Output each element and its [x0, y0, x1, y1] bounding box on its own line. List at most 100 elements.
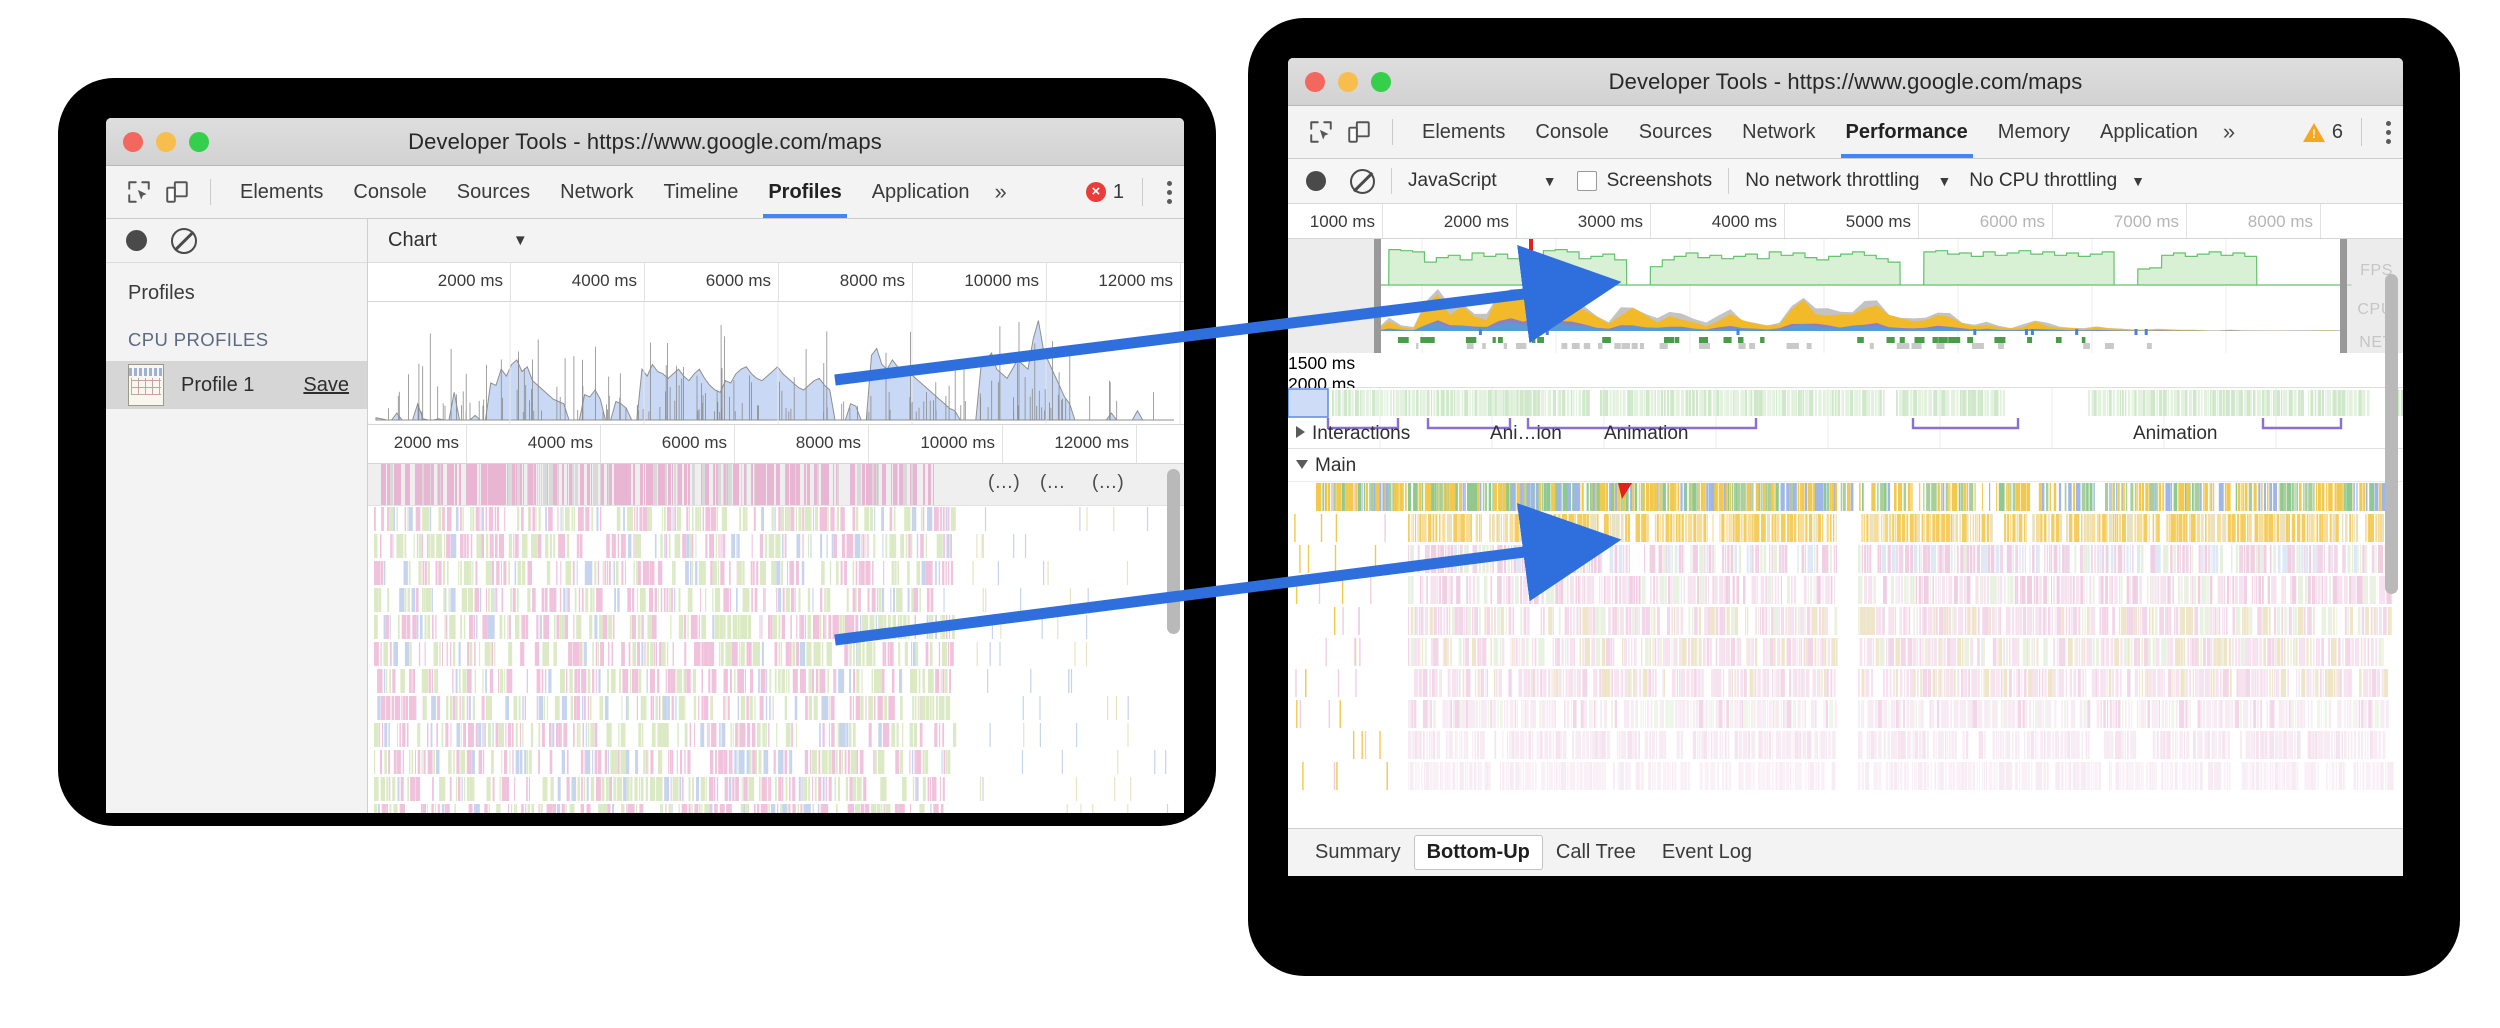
flame-block[interactable] [553, 804, 556, 813]
interaction-frame-block[interactable] [1796, 390, 1797, 416]
main-flame-block[interactable] [1819, 669, 1820, 697]
main-flame-block[interactable] [2193, 669, 2194, 697]
main-flame-block[interactable] [1828, 638, 1830, 666]
flame-block[interactable] [752, 534, 753, 558]
main-flame-block[interactable] [2116, 514, 2118, 542]
main-flame-block[interactable] [2379, 638, 2382, 666]
main-flame-block[interactable] [1904, 576, 1907, 604]
flame-block[interactable] [710, 561, 712, 585]
main-flame-block[interactable] [1433, 700, 1436, 728]
interaction-frame-block[interactable] [2143, 390, 2146, 416]
main-flame-block[interactable] [2166, 514, 2168, 542]
main-flame-block[interactable] [2220, 669, 2221, 697]
interaction-frame-block[interactable] [2092, 390, 2094, 416]
main-flame-block[interactable] [1585, 638, 1590, 666]
flame-block[interactable] [860, 750, 864, 774]
main-flame-block[interactable] [1668, 545, 1671, 573]
flame-block[interactable] [563, 588, 565, 612]
flame-block[interactable] [810, 534, 811, 558]
flame-block[interactable] [537, 696, 538, 720]
main-flame-block[interactable] [1926, 638, 1927, 666]
flame-block[interactable] [776, 561, 780, 585]
interaction-frame-block[interactable] [1815, 390, 1817, 416]
main-flame-block[interactable] [1917, 514, 1920, 542]
flame-block[interactable] [386, 615, 389, 639]
main-flame-block[interactable] [1790, 483, 1791, 511]
flame-block[interactable] [772, 507, 774, 531]
main-flame-block[interactable] [1942, 514, 1945, 542]
main-flame-block[interactable] [2348, 545, 2351, 573]
main-flame-block[interactable] [2217, 514, 2221, 542]
main-flame-block[interactable] [2309, 514, 2311, 542]
main-flame-block[interactable] [1707, 607, 1710, 635]
net-request-bar[interactable] [2027, 337, 2032, 343]
left-vertical-scrollbar[interactable] [1167, 469, 1180, 634]
main-flame-block[interactable] [2170, 545, 2172, 573]
main-flame-block[interactable] [2287, 638, 2289, 666]
main-flame-block[interactable] [1859, 483, 1861, 511]
main-flame-block[interactable] [2040, 514, 2042, 542]
flame-block[interactable] [503, 561, 506, 585]
main-flame-block[interactable] [1933, 669, 1936, 697]
main-flame-block[interactable] [1426, 731, 1428, 759]
main-flame-block[interactable] [1503, 514, 1504, 542]
main-flame-block[interactable] [2344, 731, 2347, 759]
main-flame-block[interactable] [2227, 731, 2228, 759]
flame-block[interactable] [773, 696, 775, 720]
main-flame-block[interactable] [2101, 638, 2103, 666]
main-flame-block[interactable] [2212, 700, 2214, 728]
flame-block[interactable] [877, 588, 878, 612]
main-flame-block[interactable] [2167, 638, 2169, 666]
main-flame-block[interactable] [1512, 483, 1515, 511]
main-flame-block[interactable] [1675, 545, 1677, 573]
main-flame-block[interactable] [2351, 638, 2354, 666]
flame-block[interactable] [412, 669, 415, 693]
main-flame-block[interactable] [2109, 483, 2110, 511]
main-flame-block[interactable] [2034, 576, 2036, 604]
flame-block[interactable] [416, 588, 419, 612]
interaction-frame-block[interactable] [1562, 390, 1566, 416]
main-flame-block[interactable] [2213, 638, 2216, 666]
main-flame-block[interactable] [1430, 607, 1433, 635]
main-flame-block[interactable] [2331, 545, 2332, 573]
flame-block[interactable] [785, 696, 787, 720]
main-flame-block[interactable] [2334, 731, 2336, 759]
main-flame-block[interactable] [2345, 607, 2347, 635]
main-flame-block[interactable] [1458, 514, 1461, 542]
main-flame-block[interactable] [1878, 638, 1879, 666]
main-flame-block[interactable] [2349, 700, 2351, 728]
main-flame-block[interactable] [2190, 638, 2192, 666]
main-flame-block[interactable] [1580, 607, 1581, 635]
interaction-frame-block[interactable] [1733, 390, 1734, 416]
main-flame-block[interactable] [2222, 731, 2225, 759]
flame-block[interactable] [390, 642, 392, 666]
main-flame-block[interactable] [1319, 576, 1320, 604]
flame-block[interactable] [778, 588, 781, 612]
main-flame-block[interactable] [2043, 576, 2047, 604]
main-flame-block[interactable] [2324, 545, 2325, 573]
main-flame-block[interactable] [1950, 669, 1954, 697]
main-flame-block[interactable] [1616, 514, 1620, 542]
main-flame-block[interactable] [2369, 669, 2371, 697]
close-button-icon[interactable] [1305, 72, 1325, 92]
main-flame-block[interactable] [1422, 576, 1424, 604]
main-flame-block[interactable] [1969, 483, 1973, 511]
expander-collapsed-icon[interactable] [1296, 426, 1305, 438]
flame-block[interactable] [711, 804, 713, 813]
main-flame-block[interactable] [1941, 483, 1942, 511]
main-flame-block[interactable] [2007, 545, 2012, 573]
flame-block[interactable] [520, 723, 521, 747]
main-flame-block[interactable] [1927, 638, 1929, 666]
flame-block[interactable] [850, 696, 852, 720]
flame-block[interactable] [750, 696, 753, 720]
flame-block[interactable] [608, 750, 609, 774]
main-flame-block[interactable] [1814, 731, 1818, 759]
main-flame-block[interactable] [1453, 700, 1455, 728]
flame-block[interactable] [476, 561, 478, 585]
main-flame-block[interactable] [1502, 638, 1504, 666]
main-flame-block[interactable] [2156, 483, 2158, 511]
flame-block[interactable] [380, 750, 382, 774]
main-flame-block[interactable] [2027, 731, 2030, 759]
main-flame-block[interactable] [2066, 669, 2067, 697]
flame-block[interactable] [621, 696, 622, 720]
